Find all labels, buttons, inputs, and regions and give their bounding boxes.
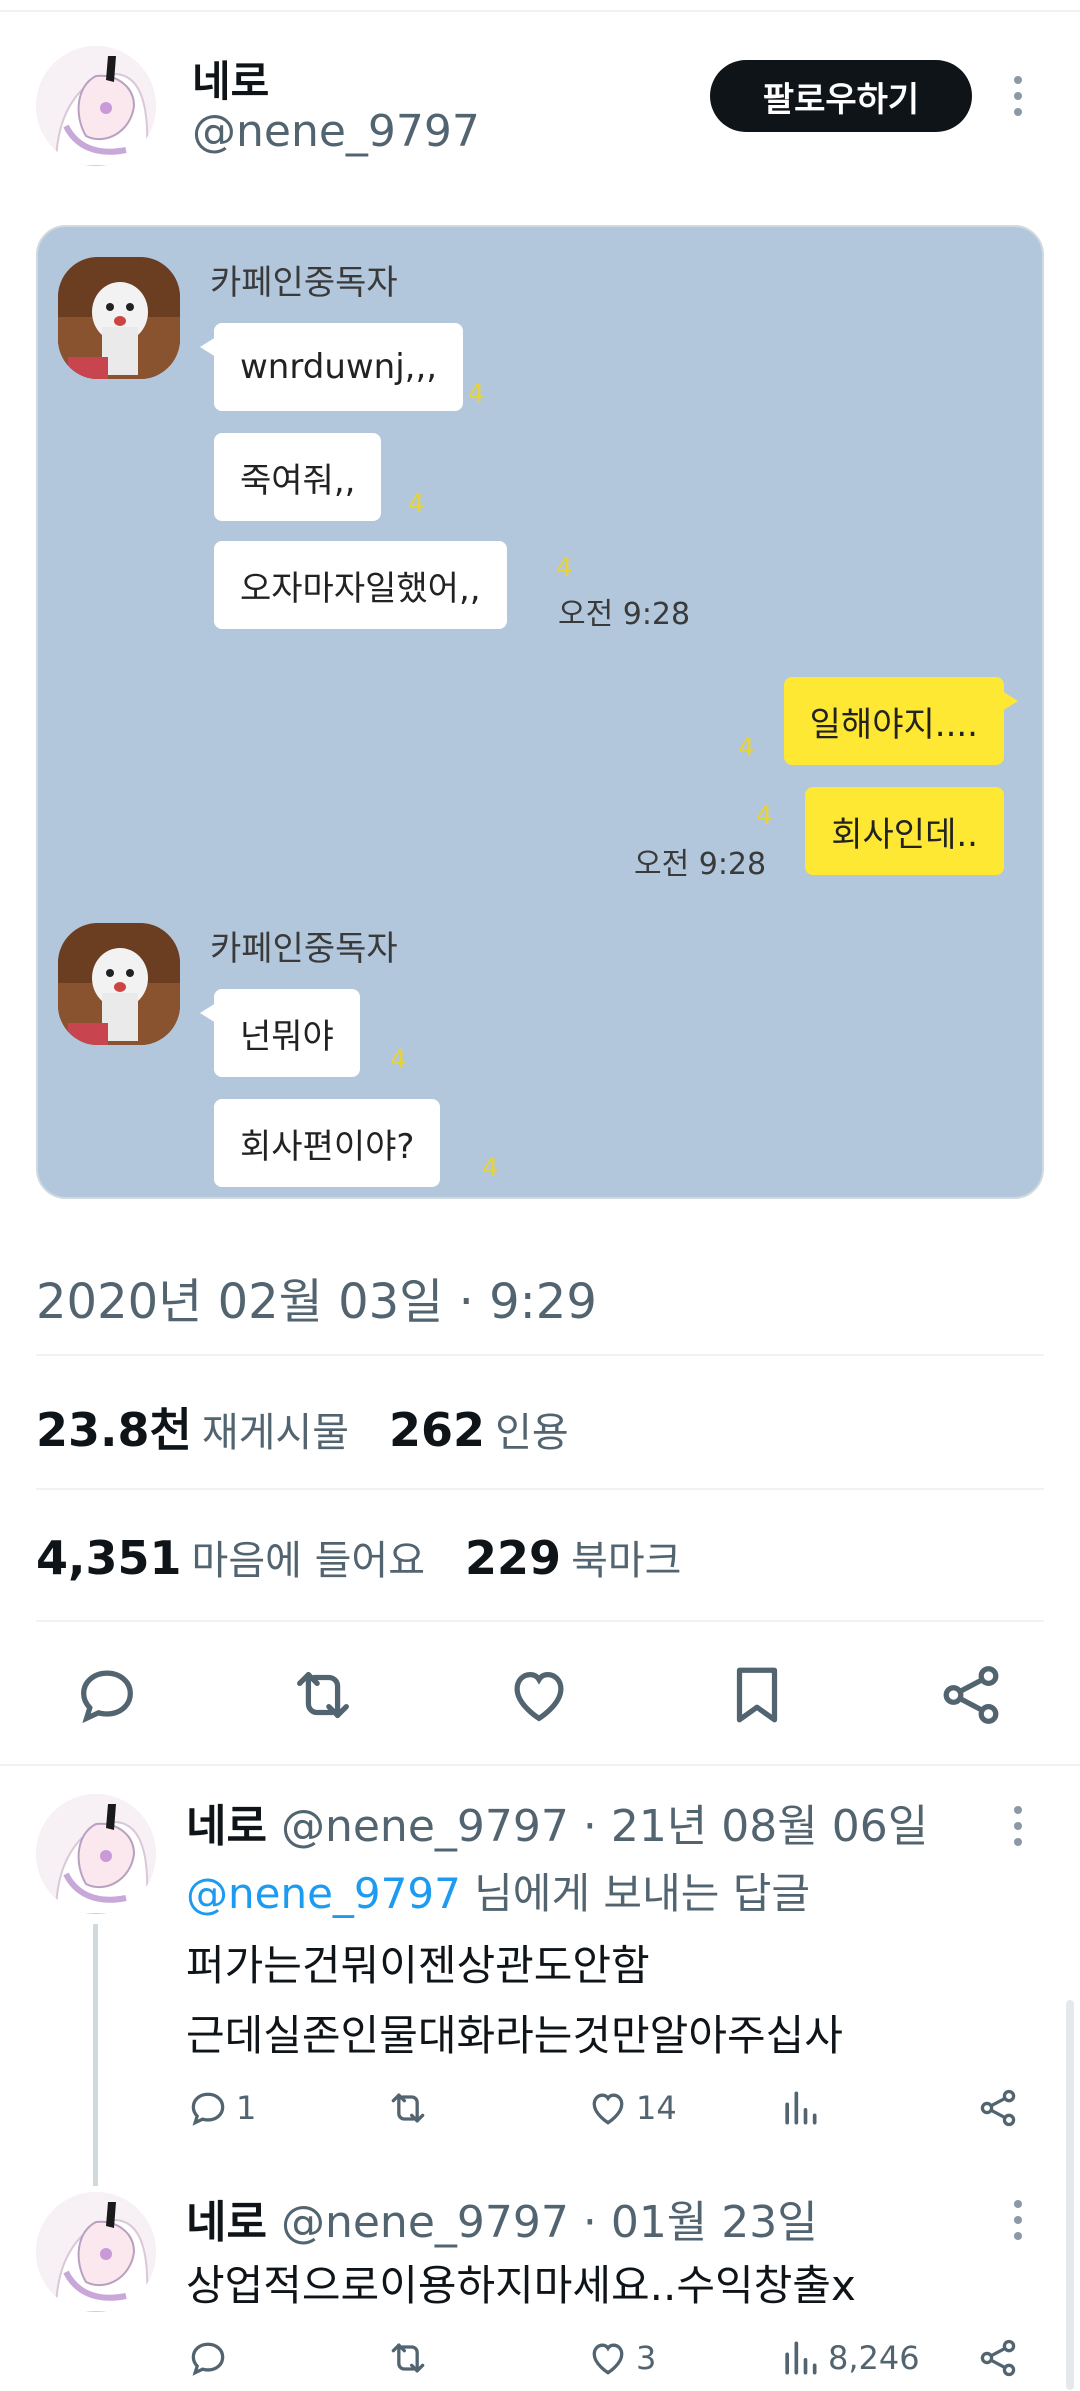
chat-avatar (58, 257, 180, 379)
author-handle[interactable]: @nene_9797 (192, 106, 480, 157)
quote-label[interactable]: 인용 (495, 1400, 569, 1458)
unread-count: 4 (756, 801, 773, 831)
reply-reply-button[interactable] (186, 2336, 236, 2380)
like-icon[interactable] (504, 1660, 574, 1730)
author-name[interactable]: 네로 (192, 48, 269, 109)
thread-line (93, 1924, 98, 2186)
reply-views-button[interactable] (778, 2086, 828, 2130)
reply-header[interactable]: 네로 @nene_9797 · 21년 08월 06일 (186, 1790, 928, 1854)
reply-text: 상업적으로이용하지마세요..수익창출x (186, 2261, 856, 2310)
reply-reply-button[interactable]: 1 (186, 2086, 256, 2130)
divider (36, 1488, 1044, 1490)
follow-button[interactable]: 팔로우하기 (710, 60, 972, 132)
like-label[interactable]: 마음에 들어요 (192, 1528, 426, 1586)
chat-sender-name: 카페인중독자 (210, 263, 398, 303)
unread-count: 4 (390, 1045, 407, 1075)
reply-avatar[interactable] (36, 2192, 156, 2312)
reply-text: 근데실존인물대화라는것만알아주십사 (186, 2011, 843, 2060)
chat-bubble: 오자마자일했어,, (214, 541, 507, 629)
tweet-timestamp[interactable]: 2020년 02월 03일 · 9:29 (36, 1262, 597, 1332)
reply-share-button[interactable] (976, 2336, 1020, 2380)
reply-avatar[interactable] (36, 1794, 156, 1914)
chat-bubble-mine: 회사인데.. (805, 787, 1004, 875)
divider (36, 1620, 1044, 1622)
reply-header[interactable]: 네로 @nene_9797 · 01월 23일 (186, 2186, 818, 2250)
unread-count: 4 (738, 733, 755, 763)
bookmark-icon[interactable] (722, 1660, 792, 1730)
chat-avatar (58, 923, 180, 1045)
divider (36, 1354, 1044, 1356)
chat-bubble-mine: 일해야지.... (783, 677, 1018, 765)
reply-retweet-button[interactable] (386, 2086, 436, 2130)
retweet-count[interactable]: 23.8천 (36, 1394, 192, 1460)
chat-bubble: wnrduwnj,,, (200, 323, 464, 411)
chat-bubble: 죽여줘,, (214, 433, 382, 521)
reply-more-icon[interactable] (1013, 2200, 1023, 2240)
reply-views-button[interactable]: 8,246 (778, 2336, 920, 2380)
unread-count: 4 (482, 1153, 499, 1183)
chat-time: 오전 9:28 (634, 847, 767, 882)
reply-like-button[interactable]: 3 (586, 2336, 656, 2380)
reply-text: 퍼가는건뭐이젠상관도안함 (186, 1941, 650, 1990)
more-options-icon[interactable] (1013, 76, 1023, 116)
engagement-stats: 4,351 마음에 들어요 229 북마크 (36, 1528, 721, 1586)
section-divider (0, 1764, 1080, 1766)
chat-bubble: 회사편이야? (214, 1099, 441, 1187)
mention-link[interactable]: @nene_9797 (186, 1869, 461, 1918)
chat-bubble: 넌뭐야 (200, 989, 360, 1077)
like-count[interactable]: 4,351 (36, 1531, 182, 1585)
reply-retweet-button[interactable] (386, 2336, 436, 2380)
scrollbar[interactable] (1066, 2000, 1074, 2390)
reply-share-button[interactable] (976, 2086, 1020, 2130)
unread-count: 4 (408, 489, 425, 519)
reply-more-icon[interactable] (1013, 1806, 1023, 1846)
retweet-label[interactable]: 재게시물 (202, 1400, 349, 1458)
share-icon[interactable] (936, 1660, 1006, 1730)
unread-count: 4 (556, 553, 573, 583)
unread-count: 4 (468, 379, 485, 409)
retweet-icon[interactable] (288, 1660, 358, 1730)
bookmark-label[interactable]: 북마크 (571, 1528, 681, 1586)
chat-time: 오전 9:28 (558, 597, 691, 632)
chat-sender-name: 카페인중독자 (210, 929, 398, 969)
engagement-stats: 23.8천 재게시물 262 인용 (36, 1394, 609, 1460)
reply-icon[interactable] (72, 1660, 142, 1730)
bookmark-count[interactable]: 229 (465, 1531, 561, 1585)
author-avatar[interactable] (36, 46, 156, 166)
reply-to-line: @nene_9797 님에게 보내는 답글 (186, 1869, 810, 1918)
top-divider (0, 10, 1080, 12)
tweet-media-image[interactable]: 카페인중독자 wnrduwnj,,, 4 죽여줘,, 4 오자마자일했어,, 4… (36, 225, 1044, 1199)
reply-like-button[interactable]: 14 (586, 2086, 677, 2130)
quote-count[interactable]: 262 (389, 1403, 485, 1457)
